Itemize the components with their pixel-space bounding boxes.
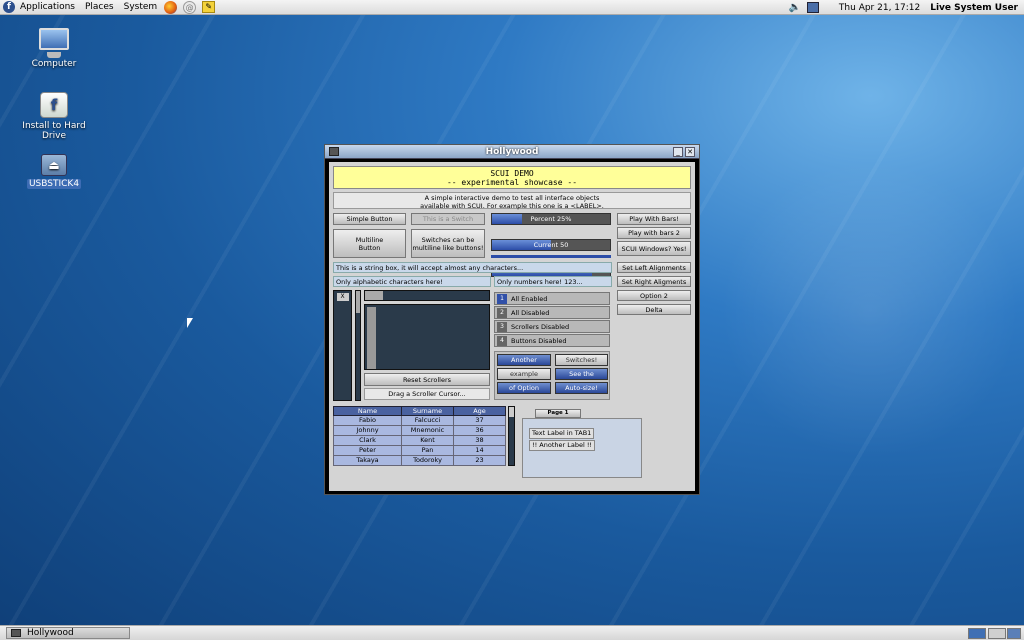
mail-icon[interactable]: @: [183, 0, 197, 14]
switch-toggle[interactable]: This is a Switch: [411, 213, 485, 225]
alpha-box-input[interactable]: Only alphabetic characters here!: [333, 276, 491, 287]
tab-label-2: !! Another Label !!: [529, 440, 596, 451]
trash-icon[interactable]: [1007, 628, 1021, 639]
bottom-panel: Hollywood: [0, 625, 1024, 640]
option-all-disabled[interactable]: 2 All Disabled: [494, 306, 610, 319]
vertical-scroller[interactable]: [355, 290, 361, 401]
table-header[interactable]: Age: [453, 406, 506, 416]
tab-panel: Text Label in TAB1 !! Another Label !!: [522, 418, 642, 478]
multiline-button[interactable]: Multiline Button: [333, 229, 406, 258]
switch-example[interactable]: example: [497, 368, 551, 380]
table-header[interactable]: Name: [333, 406, 402, 416]
scroll-area[interactable]: [364, 304, 490, 370]
reset-scrollers-button[interactable]: Reset Scrollers: [364, 373, 490, 386]
play-with-bars-button[interactable]: Play With Bars!: [617, 213, 691, 225]
hollywood-window: Hollywood _ ✕ SCUI DEMO -- experimental …: [324, 144, 700, 495]
minimize-button[interactable]: _: [673, 147, 683, 157]
demo-banner: SCUI DEMO -- experimental showcase --: [333, 166, 691, 189]
install-hdd-icon: f: [40, 92, 68, 118]
window-title: Hollywood: [485, 147, 539, 157]
horizontal-scroller[interactable]: [364, 290, 490, 301]
simple-button[interactable]: Simple Button: [333, 213, 406, 225]
system-menu[interactable]: System: [119, 0, 163, 15]
table-scrollbar[interactable]: [508, 406, 515, 466]
tab-page1[interactable]: Page 1: [535, 409, 581, 418]
network-icon[interactable]: [806, 2, 819, 13]
clock[interactable]: Thu Apr 21, 17:12: [839, 3, 920, 13]
set-right-alignments-button[interactable]: Set Right Aligments: [617, 276, 691, 287]
mouse-cursor-icon: [187, 318, 193, 328]
workspace-1[interactable]: [968, 628, 986, 639]
tab-label-1: Text Label in TAB1: [529, 428, 595, 439]
table-header[interactable]: Surname: [401, 406, 454, 416]
close-button[interactable]: ✕: [685, 147, 695, 157]
taskbar-item-hollywood[interactable]: Hollywood: [6, 627, 130, 639]
set-left-alignments-button[interactable]: Set Left Alignments: [617, 262, 691, 273]
info-label: A simple interactive demo to test all in…: [333, 192, 691, 210]
multiline-switch[interactable]: Switches can be multiline like buttons!: [411, 229, 485, 258]
numbers-box-input[interactable]: Only numbers here! 123...: [494, 276, 612, 287]
scroll-area-thumb[interactable]: [367, 307, 376, 369]
desktop-icon-usbstick[interactable]: ⏏ USBSTICK4: [9, 154, 99, 189]
scui-windows-button[interactable]: SCUI Windows? Yes!: [617, 241, 691, 256]
delta-button[interactable]: Delta: [617, 304, 691, 315]
option2-button[interactable]: Option 2: [617, 290, 691, 301]
table-row[interactable]: Clark Kent 38: [333, 435, 506, 446]
progress-bar-current[interactable]: Current 50: [491, 239, 611, 251]
computer-icon: [39, 28, 69, 58]
table-row[interactable]: Takaya Todoroky 23: [333, 455, 506, 466]
applications-menu[interactable]: Applications: [15, 0, 80, 15]
user-menu[interactable]: Live System User: [930, 3, 1018, 13]
drag-scroller-label: Drag a Scroller Cursor...: [364, 388, 490, 400]
play-with-bars2-button[interactable]: Play with bars 2: [617, 227, 691, 239]
desktop-icon-computer[interactable]: Computer: [9, 28, 99, 69]
table-row[interactable]: Fabio Falcucci 37: [333, 415, 506, 426]
h-scroller-thumb[interactable]: [365, 291, 383, 300]
vertical-scroller-x[interactable]: X: [333, 290, 352, 401]
scroller-x-label: X: [336, 293, 349, 301]
table-row[interactable]: Peter Pan 14: [333, 445, 506, 456]
option-buttons-disabled[interactable]: 4 Buttons Disabled: [494, 334, 610, 347]
notes-icon[interactable]: ✎: [202, 1, 216, 13]
data-table: Name Surname Age Fabio Falcucci 37 Johnny M…: [333, 406, 506, 466]
window-titlebar[interactable]: Hollywood _ ✕: [325, 145, 699, 159]
workspace-2[interactable]: [988, 628, 1006, 639]
switch-another[interactable]: Another: [497, 354, 551, 366]
table-scroll-thumb[interactable]: [509, 407, 514, 417]
scroller-thumb[interactable]: [356, 291, 360, 313]
volume-icon[interactable]: 🔈: [788, 2, 800, 13]
places-menu[interactable]: Places: [80, 0, 119, 15]
firefox-icon[interactable]: [164, 0, 178, 14]
option-all-enabled[interactable]: 1 All Enabled: [494, 292, 610, 305]
progress-bar-percent[interactable]: Percent 25%: [491, 213, 611, 225]
fedora-logo-icon[interactable]: f: [3, 1, 15, 13]
bar-underline: [491, 255, 611, 258]
switch-see-the[interactable]: See the: [555, 368, 608, 380]
switch-switches[interactable]: Switches!: [555, 354, 608, 366]
string-box-input[interactable]: This is a string box, it will accept alm…: [333, 262, 612, 273]
top-panel: f Applications Places System @ ✎ 🔈 Thu A…: [0, 0, 1024, 15]
table-row[interactable]: Johnny Mnemonic 36: [333, 425, 506, 436]
window-client: SCUI DEMO -- experimental showcase -- A …: [329, 162, 695, 491]
option-scrollers-disabled[interactable]: 3 Scrollers Disabled: [494, 320, 610, 333]
switch-auto-size[interactable]: Auto-size!: [555, 382, 608, 394]
switch-of-option[interactable]: of Option: [497, 382, 551, 394]
desktop-icon-install[interactable]: f Install to Hard Drive: [9, 92, 99, 141]
usb-drive-icon: ⏏: [41, 154, 67, 176]
window-icon: [11, 629, 21, 637]
